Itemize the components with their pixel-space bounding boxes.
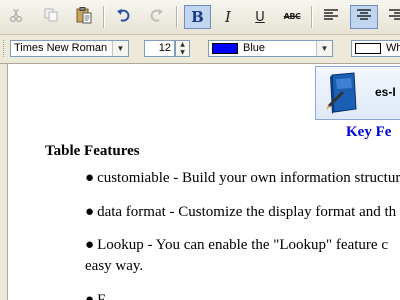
font-color-select[interactable]: Blue ▼ (208, 40, 333, 57)
font-color-value: Blue (243, 42, 266, 54)
list-item: ● Lookup - You can enable the "Lookup" fe… (85, 237, 388, 254)
font-size-stepper[interactable]: ▲ ▼ (175, 40, 190, 57)
copy-button[interactable] (39, 5, 63, 29)
bullet-icon: ● (85, 237, 95, 253)
arrow-up-icon[interactable]: ▲ (180, 41, 185, 48)
font-family-select[interactable]: Times New Roman ▼ (10, 40, 129, 57)
bold-button[interactable]: B (184, 5, 211, 29)
logo-text: es-I (375, 85, 396, 99)
toolbar-separator (311, 6, 312, 28)
strikethrough-button[interactable]: ABC (280, 5, 304, 29)
list-item-text: data format - Customize the display form… (97, 204, 397, 220)
bold-icon: B (191, 7, 204, 26)
undo-button[interactable] (112, 5, 136, 29)
cut-button[interactable] (4, 5, 28, 29)
font-size-value: 12 (158, 42, 171, 54)
align-right-icon (388, 7, 400, 27)
list-item-continuation: easy way. (85, 258, 144, 274)
italic-button[interactable]: I (216, 5, 240, 29)
undo-icon (116, 7, 132, 27)
background-color-value: Wh (386, 42, 400, 54)
font-family-value: Times New Roman (14, 42, 108, 54)
list-item: ● customiable - Build your own informatio… (85, 170, 400, 187)
key-features-heading: Key Fe (346, 124, 392, 140)
align-left-icon (323, 7, 339, 27)
format-toolbar: Times New Roman ▼ 12 ▲ ▼ Blue ▼ Wh (0, 35, 400, 64)
main-toolbar: B I U ABC (0, 0, 400, 35)
redo-icon (148, 7, 164, 27)
document-canvas[interactable]: es-I Key Fe Table Features ● customiable … (7, 64, 400, 300)
color-swatch (212, 42, 238, 54)
paste-button[interactable] (72, 5, 96, 29)
toolbar-separator (103, 6, 104, 28)
paste-icon (75, 6, 93, 28)
redo-button[interactable] (144, 5, 168, 29)
list-item: ● data format - Customize the display for… (85, 204, 396, 221)
font-size-input[interactable]: 12 (144, 40, 175, 57)
section-title: Table Features (45, 143, 140, 159)
product-logo: es-I (315, 66, 400, 120)
list-item-text: customiable - Build your own information… (97, 170, 400, 186)
bullet-icon: ● (85, 204, 95, 220)
toolbar-grip (3, 40, 6, 57)
arrow-down-icon[interactable]: ▼ (180, 49, 185, 56)
italic-icon: I (225, 7, 231, 26)
scissors-icon (8, 7, 24, 27)
background-color-select[interactable]: Wh (351, 40, 400, 57)
color-swatch (355, 42, 381, 54)
bullet-icon: ● (85, 170, 95, 186)
list-item-text: Lookup - You can enable the "Lookup" fea… (97, 237, 388, 253)
list-item: ● F (85, 292, 105, 300)
copy-icon (43, 7, 59, 27)
chevron-down-icon[interactable]: ▼ (112, 41, 128, 56)
list-item-text: F (97, 292, 106, 300)
underline-button[interactable]: U (248, 5, 272, 29)
toolbar-separator (176, 6, 177, 28)
align-left-button[interactable] (319, 5, 343, 29)
strikethrough-icon: ABC (283, 12, 301, 21)
bullet-icon: ● (85, 292, 95, 300)
align-center-icon (356, 7, 372, 27)
underline-icon: U (255, 9, 265, 25)
book-icon (320, 71, 368, 122)
chevron-down-icon[interactable]: ▼ (316, 41, 332, 56)
align-right-button[interactable] (384, 5, 400, 29)
align-center-button[interactable] (350, 5, 378, 29)
